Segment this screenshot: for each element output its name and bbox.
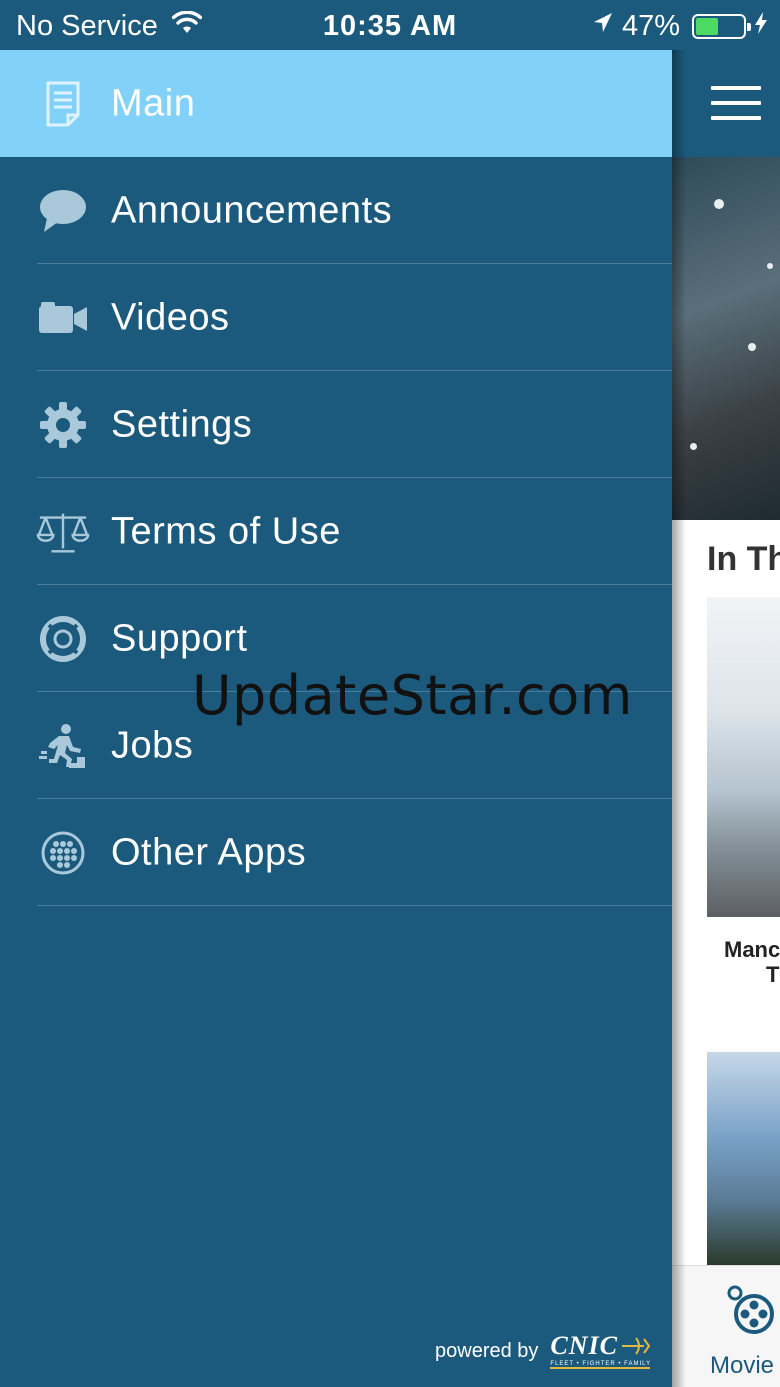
- hero-image[interactable]: [672, 157, 780, 520]
- status-bar: No Service 10:35 AM 47%: [0, 0, 780, 50]
- battery-icon: [692, 14, 751, 39]
- trident-icon: [621, 1337, 650, 1355]
- film-reel-icon: [724, 1284, 776, 1336]
- menu-item-label: Jobs: [111, 724, 194, 766]
- divider: [37, 905, 672, 906]
- cnic-logo-text: CNIC: [550, 1331, 618, 1360]
- menu-item-terms-of-use[interactable]: Terms of Use: [0, 478, 672, 585]
- cnic-logo: CNIC FLEET • FIGHTER • FAMILY: [550, 1331, 651, 1371]
- app-content: In Th Manc T: [672, 520, 780, 1265]
- menu-item-main[interactable]: Main: [0, 50, 672, 157]
- scales-icon: [36, 505, 90, 559]
- movie-subtitle: T: [766, 962, 780, 987]
- tab-bar: Movie: [672, 1265, 780, 1387]
- charging-bolt-icon: [754, 10, 768, 43]
- menu-item-videos[interactable]: Videos: [0, 264, 672, 371]
- hamburger-menu-icon[interactable]: [711, 86, 761, 120]
- menu-item-label: Videos: [111, 296, 230, 338]
- menu-item-settings[interactable]: Settings: [0, 371, 672, 478]
- app-header: [672, 50, 780, 157]
- app-grid-icon: [36, 826, 90, 880]
- location-arrow-icon: [592, 10, 614, 43]
- movie-title: Manc: [724, 937, 780, 962]
- menu-item-label: Other Apps: [111, 831, 307, 873]
- tab-label: Movie: [710, 1352, 775, 1379]
- document-icon: [36, 77, 90, 131]
- menu-item-other-apps[interactable]: Other Apps: [0, 799, 672, 906]
- logo-underline: [550, 1367, 651, 1369]
- menu-item-label: Announcements: [111, 189, 393, 231]
- menu-item-announcements[interactable]: Announcements: [0, 157, 672, 264]
- menu-item-label: Main: [111, 82, 196, 124]
- drawer-footer: powered by CNIC FLEET • FIGHTER • FAMILY: [435, 1331, 651, 1371]
- menu-item-label: Support: [111, 617, 248, 659]
- battery-percent: 47%: [621, 10, 680, 42]
- watermark: UpdateStar.com: [192, 664, 633, 727]
- movie-poster[interactable]: [707, 597, 780, 917]
- menu-item-label: Terms of Use: [111, 510, 341, 552]
- powered-by-text: powered by: [435, 1339, 539, 1362]
- speech-bubble-icon: [36, 184, 90, 238]
- menu-item-label: Settings: [111, 403, 253, 445]
- running-person-icon: [36, 719, 90, 773]
- gear-icon: [36, 398, 90, 452]
- section-title: In Th: [707, 540, 780, 578]
- lifebuoy-icon: [36, 612, 90, 666]
- movie-poster[interactable]: [707, 1052, 780, 1265]
- battery-fill: [696, 18, 718, 35]
- drawer-shadow: [672, 50, 686, 1387]
- video-camera-icon: [36, 291, 90, 345]
